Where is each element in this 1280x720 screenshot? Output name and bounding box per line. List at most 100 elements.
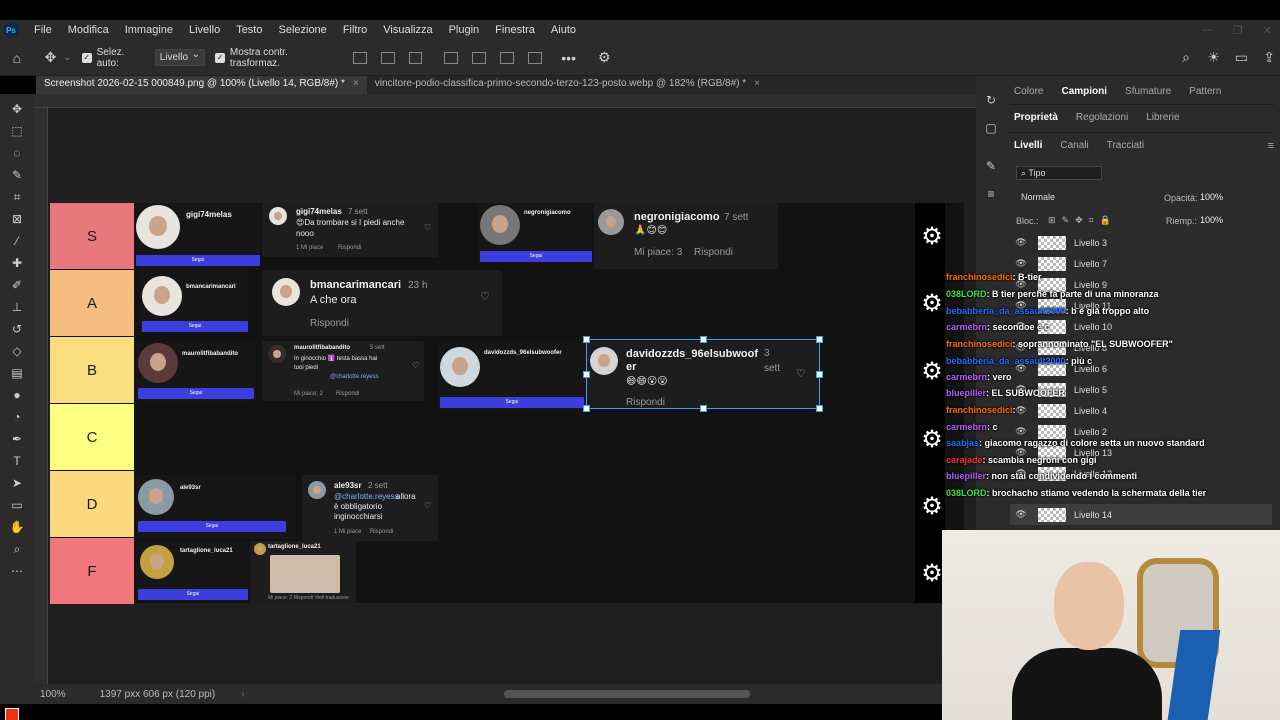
transform-handle[interactable]	[583, 405, 590, 412]
home-icon[interactable]: ⌂	[6, 47, 28, 69]
path-select-icon[interactable]: ➤	[7, 473, 27, 493]
profile-card-bmancarimancari[interactable]: bmancarimancari Segui	[140, 270, 248, 332]
layer-row[interactable]: 👁 Livello 3	[1010, 232, 1272, 253]
menu-plugin[interactable]: Plugin	[441, 24, 488, 36]
layer-row[interactable]: 👁 Livello 4	[1010, 400, 1272, 421]
move-tool-icon[interactable]: ✥	[40, 47, 62, 69]
blend-mode-select[interactable]: Normale	[1016, 190, 1156, 204]
chevron-down-icon[interactable]: ⌄	[63, 52, 71, 63]
tab-proprieta[interactable]: Proprietà	[1014, 112, 1058, 123]
heart-icon[interactable]: ♡	[412, 361, 419, 370]
comment-card-tartaglione[interactable]: tartaglione_luca21 Mi piace: 2 Rispondi …	[250, 541, 356, 603]
show-transform-checkbox[interactable]: ✓	[215, 52, 225, 63]
foreground-color-swatch[interactable]	[5, 708, 19, 720]
lock-icons[interactable]: ⊞✎✥⌗🔒	[1048, 215, 1117, 226]
reply-link[interactable]: Rispondi	[336, 391, 359, 397]
align-right-icon[interactable]	[408, 51, 423, 64]
transform-handle[interactable]	[583, 336, 590, 343]
eye-icon[interactable]: 👁	[1010, 237, 1032, 248]
brightness-icon[interactable]: ☀	[1203, 47, 1225, 69]
zoom-level[interactable]: 100%	[40, 689, 66, 700]
profile-card-gigi74melas[interactable]: gigi74melas Segui	[134, 203, 260, 269]
menu-finestra[interactable]: Finestra	[487, 24, 543, 36]
adjustments-panel-icon[interactable]: ≡	[981, 184, 1001, 204]
eye-icon[interactable]: 👁	[1010, 426, 1032, 437]
minimize-icon[interactable]: —	[1202, 24, 1213, 36]
transform-handle[interactable]	[700, 405, 707, 412]
tab-screenshot[interactable]: Screenshot 2026-02-15 000849.png @ 100% …	[36, 76, 367, 94]
search-icon[interactable]: ⌕	[1175, 47, 1197, 69]
profile-card-maurolitfibabandito[interactable]: maurolitfibabandito Segui	[136, 341, 256, 401]
close-tab-icon[interactable]: ×	[754, 78, 760, 89]
menu-testo[interactable]: Testo	[228, 24, 270, 36]
opacity-value[interactable]: 100%	[1200, 192, 1223, 202]
layer-kind-filter[interactable]: ⌕ Tipo	[1016, 166, 1102, 180]
shape-tool-icon[interactable]: ▭	[7, 495, 27, 515]
workspace-icon[interactable]: ▭	[1231, 47, 1253, 69]
tab-colore[interactable]: Colore	[1014, 86, 1043, 97]
share-icon[interactable]: ⇪	[1258, 47, 1280, 69]
brush-tool-icon[interactable]: ✐	[7, 275, 27, 295]
reply-link[interactable]: Rispondi	[310, 318, 349, 329]
eraser-tool-icon[interactable]: ◇	[7, 341, 27, 361]
reply-link[interactable]: Rispondi	[694, 247, 733, 258]
profile-card-tartaglione[interactable]: tartaglione_luca21 Segui	[136, 541, 250, 601]
stamp-tool-icon[interactable]: ⊥	[7, 297, 27, 317]
follow-button[interactable]: Segui	[142, 321, 248, 332]
profile-card-negronigiacomo[interactable]: negronigiacomo Segui	[478, 203, 592, 263]
history-panel-icon[interactable]: ↻	[981, 90, 1001, 110]
transform-selection[interactable]	[583, 336, 823, 412]
follow-button[interactable]: Segui	[440, 397, 584, 408]
hand-tool-icon[interactable]: ✋	[7, 517, 27, 537]
comment-card-negronigiacomo[interactable]: negronigiacomo 7 sett 🙏😊😊 Mi piace: 3 Ri…	[594, 203, 778, 269]
comment-card-maurolitfibabandito[interactable]: maurolitfibabandito 5 sett In ginocchio …	[262, 341, 424, 401]
reply-link[interactable]: Rispondi	[370, 529, 393, 535]
profile-card-ale93sr[interactable]: ale93sr Segui	[136, 475, 296, 539]
brush-panel-icon[interactable]: ✎	[981, 156, 1001, 176]
menu-livello[interactable]: Livello	[181, 24, 228, 36]
type-tool-icon[interactable]: T	[7, 451, 27, 471]
tab-vincitore[interactable]: vincitore-podio-classifica-primo-secondo…	[367, 76, 768, 94]
profile-card-davidozzds[interactable]: davidozzds_96elsubwoofer Segui	[438, 343, 586, 409]
tab-livelli[interactable]: Livelli	[1014, 140, 1042, 151]
transform-handle[interactable]	[816, 336, 823, 343]
blur-tool-icon[interactable]: ●	[7, 385, 27, 405]
comment-card-gigi74melas[interactable]: gigi74melas 7 sett 😍Da trombare si I pie…	[262, 203, 438, 257]
close-tab-icon[interactable]: ×	[353, 78, 359, 89]
heart-icon[interactable]: ♡	[424, 223, 431, 232]
history-brush-icon[interactable]: ↺	[7, 319, 27, 339]
comment-card-bmancarimancari[interactable]: bmancarimancari 23 h A che ora Rispondi …	[262, 270, 502, 336]
menu-modifica[interactable]: Modifica	[60, 24, 117, 36]
align-left-icon[interactable]	[352, 51, 367, 64]
more-tools-icon[interactable]: ⋯	[7, 561, 27, 581]
auto-select-checkbox[interactable]: ✓	[81, 52, 92, 63]
zoom-tool-icon[interactable]: ⌕	[7, 539, 27, 559]
menu-visualizza[interactable]: Visualizza	[375, 24, 440, 36]
transform-handle[interactable]	[583, 371, 590, 378]
fill-value[interactable]: 100%	[1200, 215, 1223, 225]
healing-tool-icon[interactable]: ✚	[7, 253, 27, 273]
move-tool-icon[interactable]: ✥	[7, 99, 27, 119]
gradient-tool-icon[interactable]: ▤	[7, 363, 27, 383]
frame-tool-icon[interactable]: ⊠	[7, 209, 27, 229]
tab-pattern[interactable]: Pattern	[1189, 86, 1221, 97]
follow-button[interactable]: Segui	[138, 589, 248, 600]
layer-row-selected[interactable]: 👁 Livello 14	[1010, 504, 1272, 525]
tab-canali[interactable]: Canali	[1060, 140, 1088, 151]
panel-menu-icon[interactable]: ≡	[1268, 140, 1274, 152]
tab-regolazioni[interactable]: Regolazioni	[1076, 112, 1128, 123]
follow-button[interactable]: Segui	[136, 255, 260, 266]
menu-immagine[interactable]: Immagine	[117, 24, 181, 36]
comment-card-ale93sr[interactable]: ale93sr 2 sett @charlotte.reyess allora …	[302, 475, 438, 541]
auto-select-dropdown[interactable]: Livello	[154, 49, 206, 66]
heart-icon[interactable]: ♡	[424, 501, 431, 510]
comments-panel-icon[interactable]: ▢	[981, 118, 1001, 138]
gear-icon[interactable]: ⚙	[593, 47, 615, 69]
dodge-tool-icon[interactable]: ◔	[7, 407, 27, 427]
eye-icon[interactable]: 👁	[1010, 258, 1032, 269]
transform-handle[interactable]	[816, 405, 823, 412]
eye-icon[interactable]: 👁	[1010, 509, 1032, 520]
tier-list-document[interactable]: S A B C D F gigi74melas Segui gigi74mela…	[50, 203, 964, 604]
tab-tracciati[interactable]: Tracciati	[1107, 140, 1144, 151]
lasso-tool-icon[interactable]: ◌	[7, 143, 27, 163]
